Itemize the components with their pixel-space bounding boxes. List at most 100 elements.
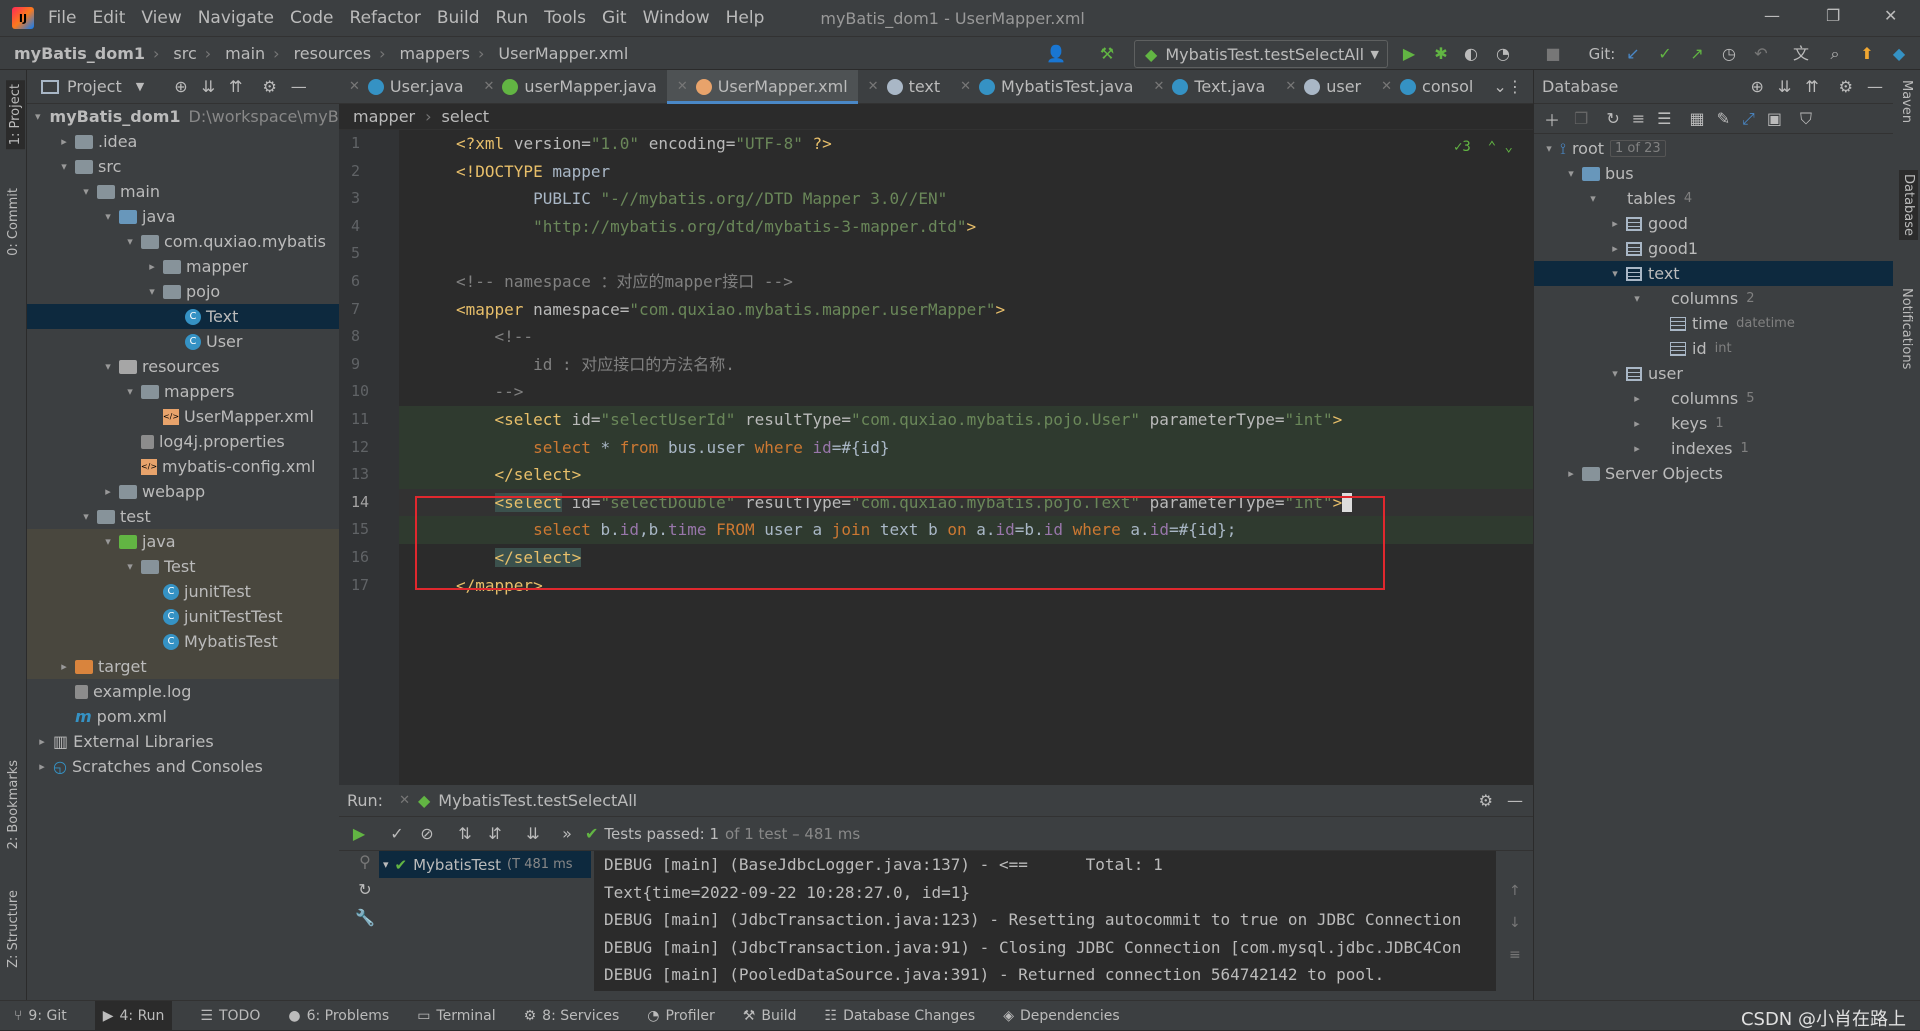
- database-tree-item[interactable]: ▾ user: [1534, 361, 1893, 386]
- restore-icon[interactable]: ❐: [1826, 6, 1840, 25]
- breadcrumb-project[interactable]: myBatis_dom1: [14, 44, 145, 63]
- run-tab-label[interactable]: MybatisTest.testSelectAll: [438, 791, 637, 810]
- project-panel-title[interactable]: Project: [67, 77, 122, 96]
- tool-window-database[interactable]: Database: [1899, 170, 1918, 241]
- chevron-down-icon[interactable]: ▾: [101, 535, 115, 548]
- chevron-right-icon[interactable]: ▸: [35, 735, 49, 748]
- tool-window-structure[interactable]: Z: Structure: [6, 890, 21, 968]
- editor-tab[interactable]: ✕ MybatisTest.java: [950, 70, 1143, 104]
- database-tree-item[interactable]: ▾ text: [1534, 261, 1893, 286]
- git-update-icon[interactable]: ↙: [1624, 45, 1642, 63]
- more-options-icon[interactable]: ⋮: [1507, 77, 1523, 96]
- tool-window-notifications[interactable]: Notifications: [1899, 288, 1914, 369]
- chevron-down-icon[interactable]: ▾: [101, 360, 115, 373]
- gear-icon[interactable]: ⚙: [1479, 791, 1493, 810]
- schema-icon[interactable]: ≡: [1632, 109, 1645, 128]
- chevron-down-icon[interactable]: ▾: [1608, 367, 1622, 380]
- show-passed-icon[interactable]: ✓: [387, 824, 407, 844]
- menu-edit[interactable]: Edit: [92, 8, 125, 28]
- database-tree-item[interactable]: ▸ good1: [1534, 236, 1893, 261]
- chevron-down-icon[interactable]: ▼: [136, 80, 144, 93]
- tool-window-maven[interactable]: Maven: [1899, 80, 1914, 123]
- database-tree-item[interactable]: ▸ good: [1534, 211, 1893, 236]
- database-tree-item[interactable]: ▾ tables 4: [1534, 186, 1893, 211]
- project-tree-item[interactable]: ▾ main: [27, 179, 339, 204]
- project-tree-item[interactable]: log4j.properties: [27, 429, 339, 454]
- breadcrumb-resources[interactable]: resources: [294, 44, 372, 63]
- tool-dependencies[interactable]: ◈ Dependencies: [1003, 1008, 1119, 1024]
- rerun-icon[interactable]: ▶: [349, 824, 369, 844]
- update-icon[interactable]: ⬆: [1858, 45, 1876, 63]
- database-tree-item[interactable]: ▸ indexes 1: [1534, 436, 1893, 461]
- project-tree-item[interactable]: ▸ target: [27, 654, 339, 679]
- edit-icon[interactable]: ✎: [1717, 109, 1730, 128]
- close-tab-icon[interactable]: ✕: [399, 793, 410, 808]
- project-tree-item[interactable]: ▸ ▥ External Libraries: [27, 729, 339, 754]
- database-tree-item[interactable]: ▾ bus: [1534, 161, 1893, 186]
- project-tree-item[interactable]: ▾ Test: [27, 554, 339, 579]
- project-tree-item[interactable]: </> mybatis-config.xml: [27, 454, 339, 479]
- project-tree-item[interactable]: ▾ src: [27, 154, 339, 179]
- editor-tab[interactable]: ✕ consol: [1371, 70, 1483, 104]
- database-tree-item[interactable]: time datetime: [1534, 311, 1893, 336]
- git-push-icon[interactable]: ↗: [1688, 45, 1706, 63]
- project-tree-item[interactable]: ▾ myBatis_dom1 D:\workspace\myBa: [27, 104, 339, 129]
- pin-icon[interactable]: ⚲: [355, 851, 375, 871]
- project-tree-item[interactable]: ▾ java: [27, 529, 339, 554]
- close-tab-icon[interactable]: ✕: [1285, 79, 1296, 94]
- scroll-down-icon[interactable]: ↓: [1509, 907, 1521, 939]
- project-tree-item[interactable]: ▸ mapper: [27, 254, 339, 279]
- chevron-down-icon[interactable]: ▾: [1542, 142, 1556, 155]
- stack-icon[interactable]: ☰: [1657, 109, 1671, 128]
- tool-git[interactable]: ⑂ 9: Git: [14, 1008, 67, 1024]
- tool-profiler[interactable]: ◔ Profiler: [647, 1008, 715, 1024]
- project-tree-item[interactable]: ▾ mappers: [27, 379, 339, 404]
- chevron-right-icon[interactable]: ▸: [35, 760, 49, 773]
- close-tab-icon[interactable]: ✕: [677, 79, 688, 94]
- copy-icon[interactable]: ❐: [1574, 109, 1588, 128]
- table-view-icon[interactable]: ▦: [1690, 109, 1705, 128]
- chevron-down-icon[interactable]: ▾: [123, 560, 137, 573]
- chevron-right-icon[interactable]: ▸: [1630, 417, 1644, 430]
- chevron-down-icon[interactable]: ▾: [101, 210, 115, 223]
- chevron-down-icon[interactable]: ▾: [123, 385, 137, 398]
- project-tree-item[interactable]: CjunitTestTest: [27, 604, 339, 629]
- database-tree-item[interactable]: ▸ Server Objects: [1534, 461, 1893, 486]
- add-icon[interactable]: ＋: [1544, 107, 1560, 131]
- project-tree-item[interactable]: ▾ java: [27, 204, 339, 229]
- git-commit-icon[interactable]: ✓: [1656, 45, 1674, 63]
- menu-build[interactable]: Build: [437, 8, 480, 28]
- chevron-down-icon[interactable]: ▾: [57, 160, 71, 173]
- close-icon[interactable]: ✕: [1884, 6, 1897, 25]
- plugin-icon[interactable]: ◆: [1890, 45, 1908, 63]
- editor-tab[interactable]: ✕ user: [1275, 70, 1371, 104]
- menu-refactor[interactable]: Refactor: [350, 8, 421, 28]
- close-tab-icon[interactable]: ✕: [1153, 79, 1164, 94]
- close-tab-icon[interactable]: ✕: [484, 79, 495, 94]
- menu-code[interactable]: Code: [290, 8, 334, 28]
- chevron-down-icon[interactable]: ▾: [35, 110, 41, 123]
- history-icon[interactable]: ◷: [1720, 45, 1738, 63]
- close-tab-icon[interactable]: ✕: [349, 79, 360, 94]
- collapse-all-icon[interactable]: ⇈: [229, 77, 242, 96]
- project-tree-item[interactable]: ▾ pojo: [27, 279, 339, 304]
- tool-problems[interactable]: ● 6: Problems: [288, 1008, 389, 1024]
- breadcrumb-mappers[interactable]: mappers: [400, 44, 470, 63]
- run-icon[interactable]: ▶: [1400, 45, 1418, 63]
- minimize-icon[interactable]: —: [1764, 6, 1780, 25]
- expand-all-icon[interactable]: ⇊: [1778, 77, 1791, 96]
- tool-build[interactable]: ⚒ Build: [743, 1008, 797, 1024]
- translate-icon[interactable]: 文: [1792, 45, 1810, 63]
- gear-icon[interactable]: ⚙: [262, 77, 276, 96]
- editor-tab[interactable]: ✕ text: [858, 70, 950, 104]
- menu-navigate[interactable]: Navigate: [198, 8, 274, 28]
- project-tree-item[interactable]: </> UserMapper.xml: [27, 404, 339, 429]
- gear-icon[interactable]: ⚙: [1839, 77, 1853, 96]
- debug-icon[interactable]: ✱: [1432, 45, 1450, 63]
- menu-help[interactable]: Help: [726, 8, 765, 28]
- chevron-down-icon[interactable]: ▾: [1630, 292, 1644, 305]
- stop-icon[interactable]: ■: [1544, 45, 1562, 63]
- sort-duration-icon[interactable]: ⇵: [485, 824, 505, 844]
- build-hammer-icon[interactable]: ⚒: [1098, 45, 1116, 63]
- user-icon[interactable]: 👤: [1046, 45, 1066, 63]
